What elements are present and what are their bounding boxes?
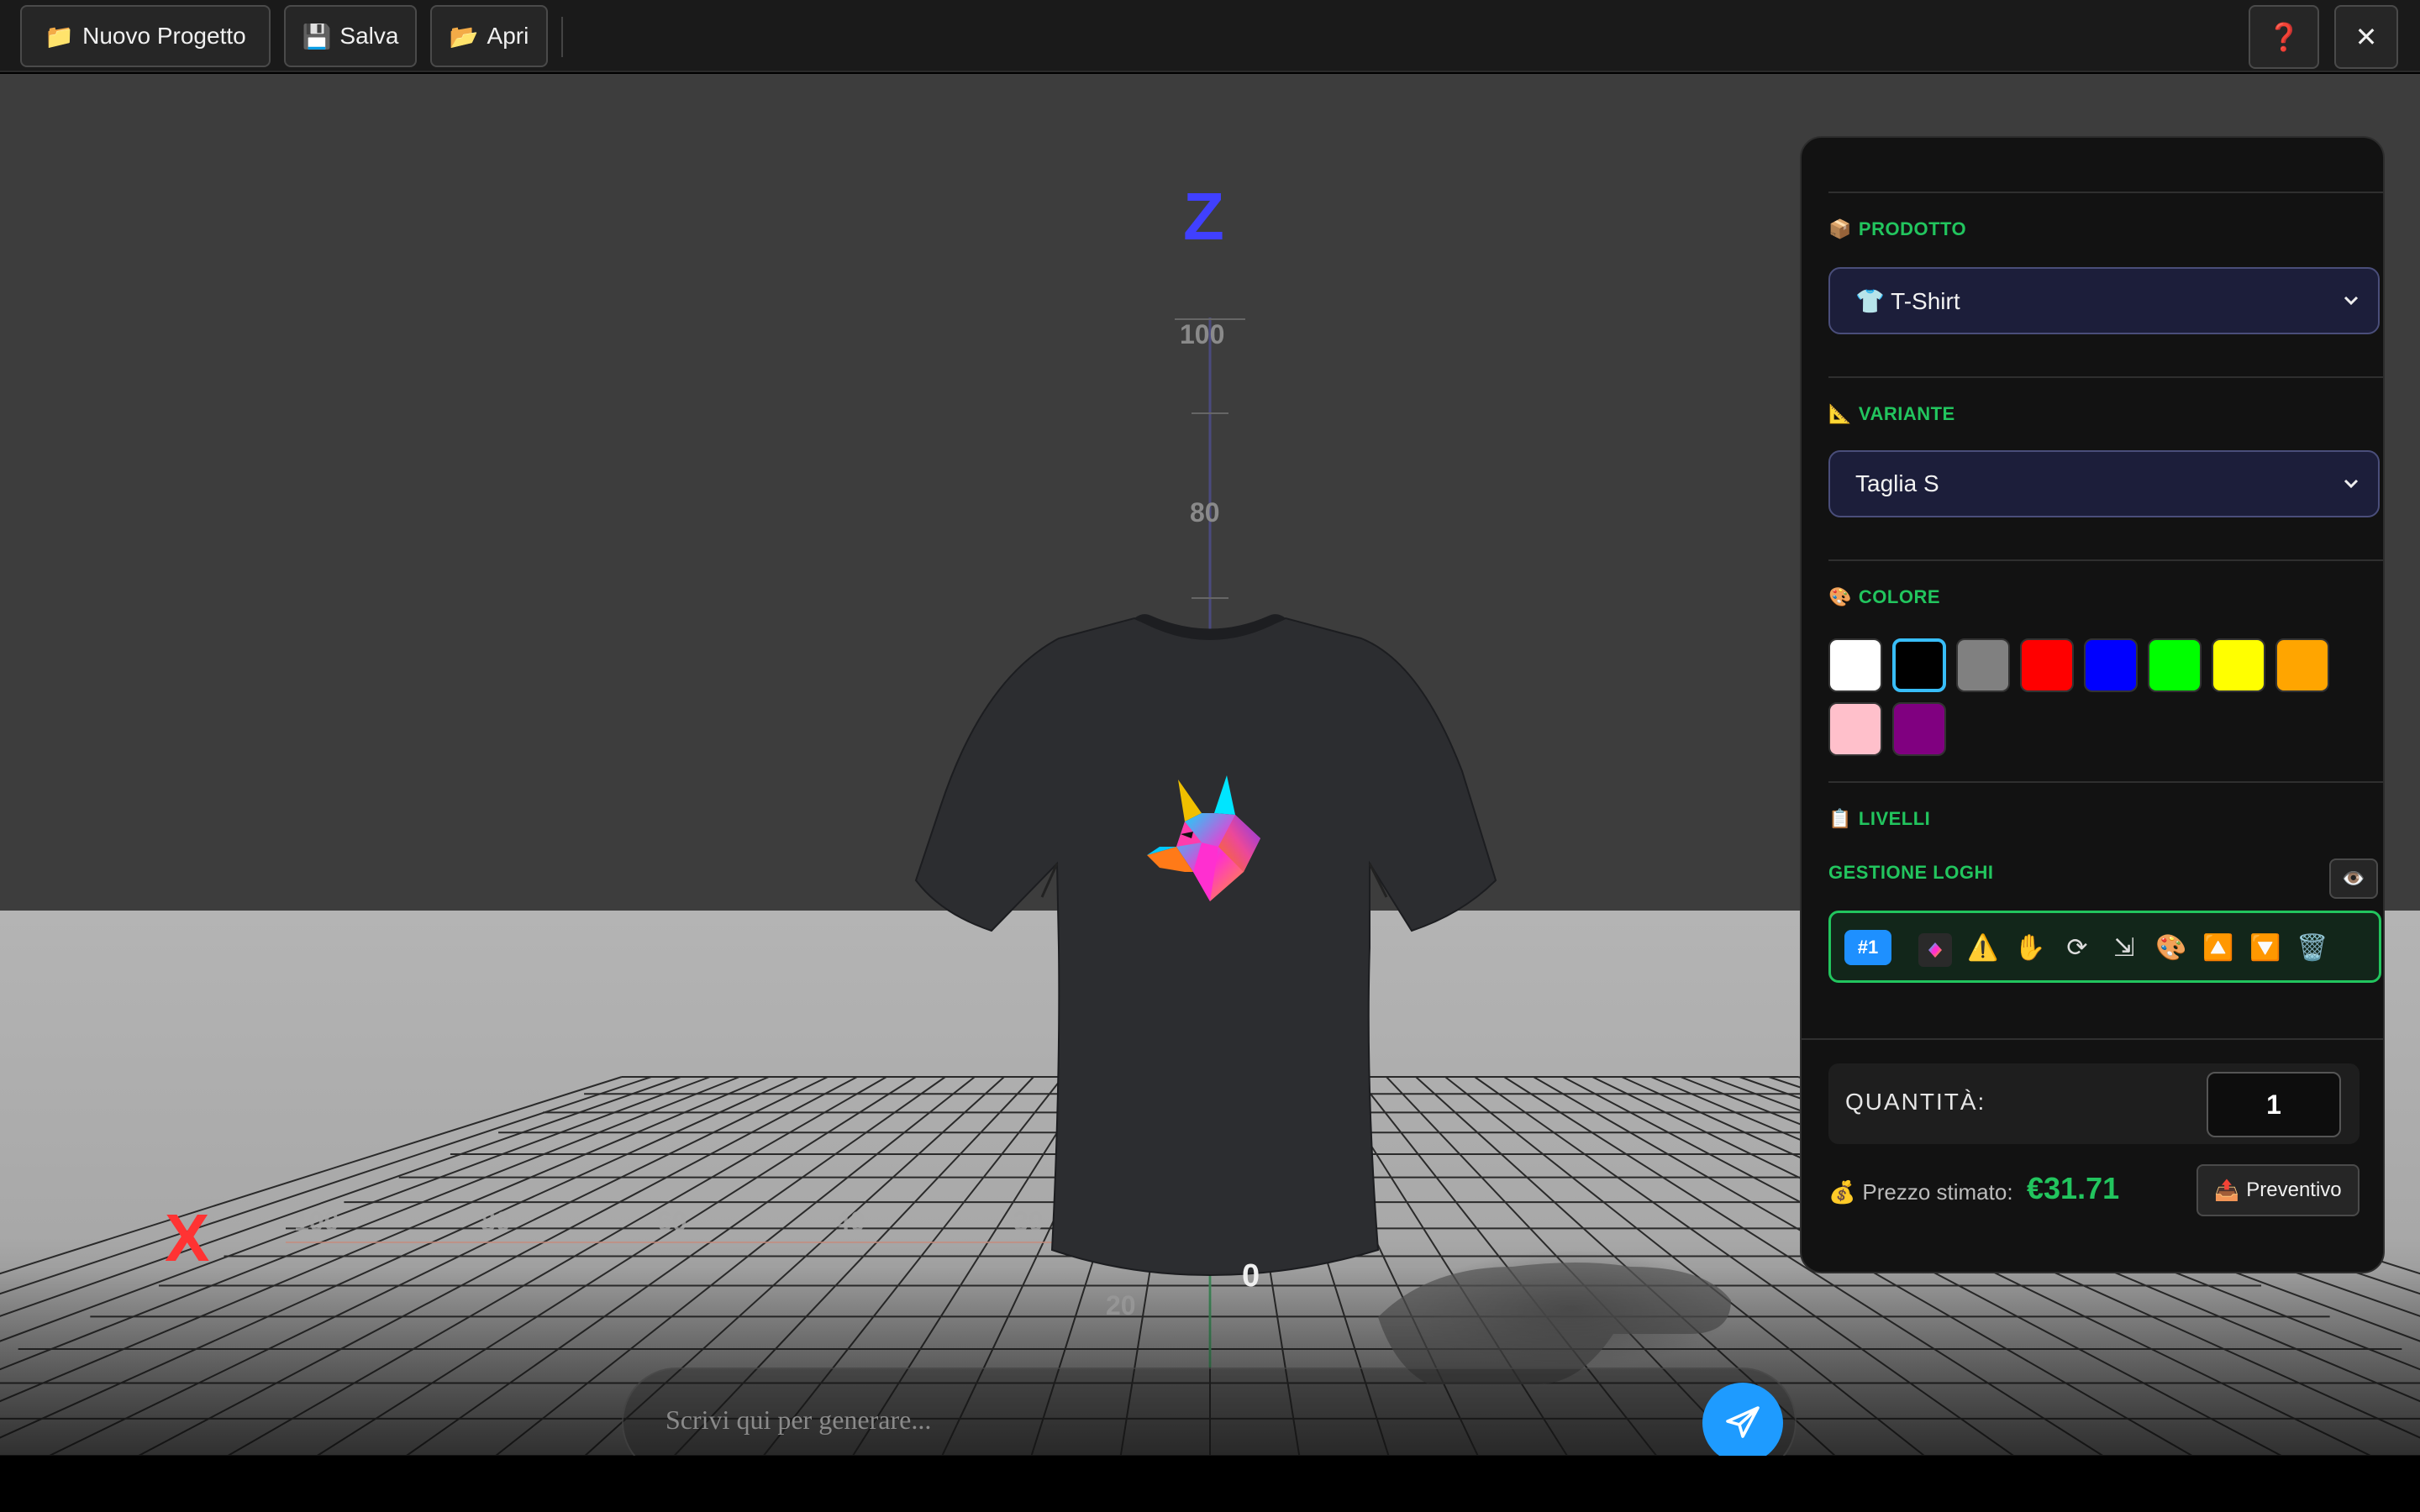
variant-section-title: 📐 VARIANTE <box>1828 403 1955 425</box>
floppy-disk-icon: 💾 <box>302 23 332 50</box>
logo-number-badge: #1 <box>1844 930 1891 965</box>
money-bag-icon: 💰 <box>1828 1179 1856 1205</box>
x-axis-label: X <box>165 1200 210 1275</box>
quote-button[interactable]: 📤 Preventivo <box>2196 1164 2360 1216</box>
logo-management-title: GESTIONE LOGHI <box>1828 862 1994 883</box>
estimated-price-label: 💰 Prezzo stimato: <box>1828 1179 2013 1205</box>
config-panel: 📦 PRODOTTO 👕 T-Shirt 📐 VARIANTE Taglia S… <box>1800 136 2385 1273</box>
panel-divider-3 <box>1828 781 2383 783</box>
estimated-price-value: €31.71 <box>2027 1171 2120 1205</box>
eye-icon: 👁️ <box>2342 868 2365 889</box>
open-folder-icon: 📂 <box>449 23 479 50</box>
toolbar-separator <box>561 17 563 57</box>
z-tick-label-80: 80 <box>1190 497 1220 528</box>
help-button[interactable]: ❓ <box>2249 5 2319 69</box>
x-tick-label-20: 20 <box>1106 1290 1136 1320</box>
send-icon <box>1726 1406 1760 1438</box>
palette-icon: 🎨 <box>1828 586 1852 607</box>
send-button[interactable] <box>1702 1383 1783 1463</box>
panel-divider-1 <box>1828 376 2383 378</box>
new-project-label: Nuovo Progetto <box>82 23 246 49</box>
logo-thumbnail <box>1918 933 1952 967</box>
wolf-thumbnail-icon <box>1928 942 1942 958</box>
variant-select[interactable]: Taglia S <box>1828 450 2380 517</box>
recolor-palette-icon[interactable]: 🎨 <box>2152 928 2191 967</box>
variant-title-label: VARIANTE <box>1858 403 1955 424</box>
z-tick-label-100: 100 <box>1180 319 1225 349</box>
top-toolbar: 📁 Nuovo Progetto 💾 Salva 📂 Apri ❓ ✕ <box>0 0 2420 72</box>
layers-title-label: LIVELLI <box>1858 808 1931 829</box>
save-label: Salva <box>339 23 399 49</box>
quantity-box: QUANTITÀ: 1 <box>1828 1063 2360 1144</box>
panel-divider-top <box>1828 192 2383 193</box>
product-section-title: 📦 PRODOTTO <box>1828 218 1966 240</box>
move-down-icon[interactable]: 🔽 <box>2246 928 2285 967</box>
quote-label: Preventivo <box>2246 1179 2342 1201</box>
color-swatch[interactable] <box>1828 702 1882 756</box>
warning-icon[interactable]: ⚠️ <box>1964 928 2002 967</box>
color-swatch[interactable] <box>2148 638 2202 692</box>
move-up-icon[interactable]: 🔼 <box>2199 928 2238 967</box>
color-title-label: COLORE <box>1858 586 1941 607</box>
move-hand-icon[interactable]: ✋ <box>2011 928 2049 967</box>
color-swatch[interactable] <box>2020 638 2074 692</box>
color-swatch[interactable] <box>1956 638 2010 692</box>
package-icon: 📦 <box>1828 218 1852 239</box>
open-label: Apri <box>487 23 529 49</box>
save-button[interactable]: 💾 Salva <box>284 5 417 67</box>
chevron-down-icon <box>2344 296 2359 306</box>
clipboard-icon: 📋 <box>1828 808 1852 829</box>
color-swatch[interactable] <box>2275 638 2329 692</box>
trash-icon[interactable]: 🗑️ <box>2293 928 2332 967</box>
product-select[interactable]: 👕 T-Shirt <box>1828 267 2380 334</box>
x-tick-label-30: 30 <box>1013 1206 1044 1236</box>
panel-divider-2 <box>1828 559 2383 561</box>
open-button[interactable]: 📂 Apri <box>430 5 548 67</box>
question-icon: ❓ <box>2267 22 2301 52</box>
origin-label: 0 <box>1242 1258 1260 1294</box>
x-tick-label-40: 40 <box>835 1206 865 1236</box>
triangle-ruler-icon: 📐 <box>1828 403 1852 424</box>
chevron-down-icon <box>2344 479 2359 489</box>
color-swatch[interactable] <box>1892 638 1946 692</box>
x-tick-label-80: 80 <box>481 1206 511 1236</box>
resize-icon[interactable]: ⇲ <box>2105 928 2144 967</box>
color-swatch[interactable] <box>2084 638 2138 692</box>
panel-divider-4 <box>1802 1038 2383 1040</box>
product-select-value: 👕 T-Shirt <box>1855 287 1960 314</box>
new-project-button[interactable]: 📁 Nuovo Progetto <box>20 5 271 67</box>
layers-section-title: 📋 LIVELLI <box>1828 808 1930 830</box>
color-section-title: 🎨 COLORE <box>1828 586 1940 608</box>
x-tick-label-100: 100 <box>294 1206 339 1236</box>
z-axis-label: Z <box>1183 179 1224 254</box>
designer-app: 📁 Nuovo Progetto 💾 Salva 📂 Apri ❓ ✕ Z X … <box>0 0 2420 1512</box>
product-title-label: PRODOTTO <box>1858 218 1967 239</box>
visibility-toggle-button[interactable]: 👁️ <box>2329 858 2378 899</box>
rotate-icon[interactable]: ⟳ <box>2058 928 2096 967</box>
estimated-price-text: Prezzo stimato: <box>1862 1179 2013 1205</box>
close-button[interactable]: ✕ <box>2334 5 2398 69</box>
outbox-icon: 📤 <box>2214 1179 2240 1202</box>
color-swatch[interactable] <box>1892 702 1946 756</box>
folder-icon: 📁 <box>45 23 75 50</box>
prompt-input[interactable]: Scrivi qui per generare... <box>666 1404 931 1436</box>
logo-layer-row[interactable]: #1 ⚠️ ✋ ⟳ ⇲ 🎨 🔼 🔽 🗑️ <box>1828 911 2381 983</box>
close-icon: ✕ <box>2354 22 2378 52</box>
quantity-input[interactable]: 1 <box>2207 1072 2341 1137</box>
quantity-label: QUANTITÀ: <box>1845 1089 1986 1115</box>
x-tick-label-60: 60 <box>657 1206 687 1236</box>
color-swatch[interactable] <box>2212 638 2265 692</box>
bottom-bar <box>0 1456 2420 1512</box>
color-swatch[interactable] <box>1828 638 1882 692</box>
variant-select-value: Taglia S <box>1855 470 1939 496</box>
